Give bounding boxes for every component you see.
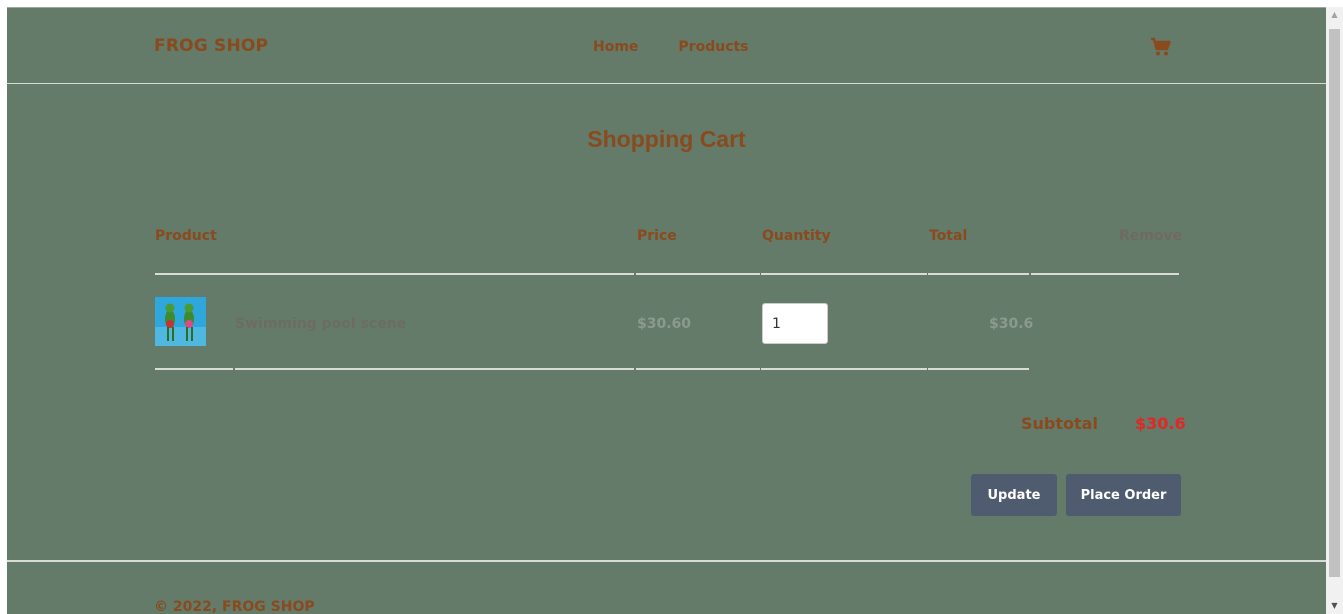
window-top-edge xyxy=(0,0,1343,7)
table-divider xyxy=(761,273,927,275)
nav-products[interactable]: Products xyxy=(678,39,748,55)
quantity-input[interactable] xyxy=(762,303,828,344)
table-divider xyxy=(1031,273,1179,275)
table-divider xyxy=(636,368,760,370)
table-divider xyxy=(636,273,760,275)
frog-image-icon xyxy=(155,297,206,346)
column-header-total: Total xyxy=(929,228,968,244)
row-total: $30.6 xyxy=(989,316,1034,332)
product-name[interactable]: Swimming pool scene xyxy=(235,316,406,332)
column-header-product: Product xyxy=(155,228,217,244)
frog-product-thumbnail[interactable] xyxy=(155,297,206,346)
subtotal-value: $30.6 xyxy=(1135,414,1186,433)
subtotal-label: Subtotal xyxy=(1021,414,1098,433)
place-order-button[interactable]: Place Order xyxy=(1066,474,1181,516)
main-nav: Home Products xyxy=(593,39,749,55)
table-divider xyxy=(761,368,927,370)
scrollbar-thumb[interactable] xyxy=(1329,29,1340,577)
scroll-down-icon[interactable]: ▼ xyxy=(1326,598,1343,614)
table-divider xyxy=(155,273,634,275)
column-header-price: Price xyxy=(637,228,677,244)
window-left-edge xyxy=(0,0,7,614)
vertical-scrollbar[interactable]: ▲ ▼ xyxy=(1326,7,1343,614)
page-title: Shopping Cart xyxy=(587,126,746,152)
table-divider xyxy=(928,273,1029,275)
update-button[interactable]: Update xyxy=(971,474,1057,516)
footer-copyright: © 2022, FROG SHOP xyxy=(154,599,315,614)
scroll-up-icon[interactable]: ▲ xyxy=(1326,7,1343,23)
table-divider xyxy=(235,368,634,370)
shopping-cart-icon[interactable] xyxy=(1150,37,1172,57)
table-divider xyxy=(155,368,233,370)
brand-logo[interactable]: FROG SHOP xyxy=(154,36,268,56)
footer-divider xyxy=(7,560,1326,562)
nav-home[interactable]: Home xyxy=(593,39,638,55)
product-price: $30.60 xyxy=(637,316,692,332)
page: FROG SHOP Home Products Shopping Cart Pr… xyxy=(7,7,1326,614)
column-header-remove: Remove xyxy=(1119,228,1183,244)
column-header-quantity: Quantity xyxy=(762,228,831,244)
site-header: FROG SHOP Home Products xyxy=(7,8,1326,84)
table-divider xyxy=(928,368,1029,370)
